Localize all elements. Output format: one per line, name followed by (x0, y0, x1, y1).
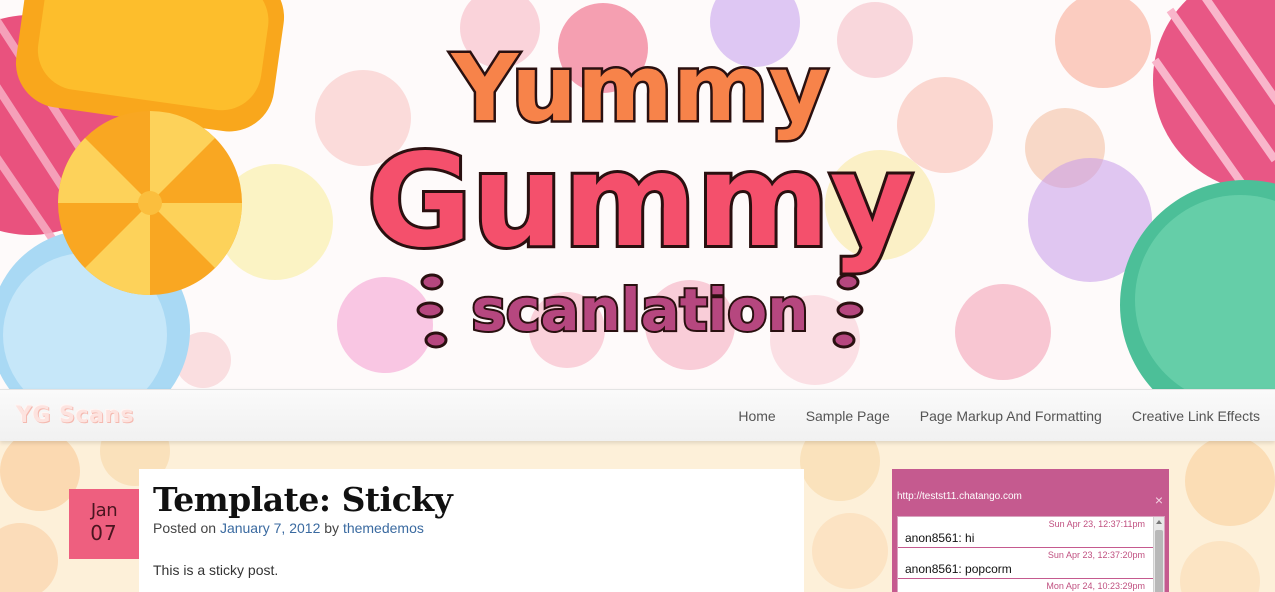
logo-yummy: Yummy (450, 35, 828, 142)
sticky-post: Template: Sticky Posted on January 7, 20… (139, 469, 804, 592)
nav-menu: Home Sample Page Page Markup And Formatt… (708, 390, 1260, 442)
header-banner: Yummy Gummy scanlation (0, 0, 1275, 389)
post-author-link[interactable]: themedemos (343, 520, 424, 536)
chat-message: Sun Apr 23, 12:37:11pm anon8561: hi (898, 517, 1164, 548)
nav-item-sample-page[interactable]: Sample Page (806, 408, 890, 424)
logo-gummy: Gummy (367, 127, 913, 276)
message-text: anon8561: hi (905, 531, 975, 545)
chat-url[interactable]: http://testst11.chatango.com (897, 491, 1022, 502)
close-icon[interactable]: × (1155, 492, 1163, 508)
nav-item-creative-link-effects[interactable]: Creative Link Effects (1132, 408, 1260, 424)
post-title[interactable]: Template: Sticky (153, 481, 790, 519)
post-date-day: 07 (90, 521, 118, 545)
posted-on-label: Posted on (153, 520, 217, 536)
scroll-up-icon[interactable] (1156, 520, 1162, 524)
nav-item-home[interactable]: Home (738, 408, 775, 424)
by-label: by (324, 520, 340, 536)
chat-message: Sun Apr 23, 12:37:20pm anon8561: popcorm (898, 548, 1164, 579)
chat-widget: http://testst11.chatango.com × Sun Apr 2… (892, 469, 1169, 592)
post-body: This is a sticky post. (153, 562, 279, 578)
chat-scrollbar[interactable] (1153, 517, 1164, 592)
nav-item-page-markup[interactable]: Page Markup And Formatting (920, 408, 1102, 424)
message-text: anon8561: popcorm (905, 562, 1012, 576)
site-title[interactable]: YG Scans (16, 403, 134, 428)
chat-messages: Sun Apr 23, 12:37:11pm anon8561: hi Sun … (897, 516, 1165, 592)
chat-message: Mon Apr 24, 10:23:29pm (898, 579, 1164, 592)
post-date-badge: Jan 07 (69, 489, 139, 559)
scrollbar-thumb[interactable] (1155, 530, 1163, 592)
message-timestamp: Sun Apr 23, 12:37:20pm (1047, 550, 1145, 560)
message-timestamp: Sun Apr 23, 12:37:11pm (1048, 519, 1145, 529)
post-date-link[interactable]: January 7, 2012 (220, 520, 320, 536)
post-meta: Posted on January 7, 2012 by themedemos (153, 520, 790, 536)
logo-scanlation: scanlation (471, 276, 808, 344)
main-navigation: YG Scans Home Sample Page Page Markup An… (0, 389, 1275, 441)
site-logo: Yummy Gummy scanlation (364, 33, 916, 347)
post-date-month: Jan (90, 500, 118, 521)
candy-illustration: Yummy Gummy scanlation (0, 0, 1275, 389)
message-timestamp: Mon Apr 24, 10:23:29pm (1046, 581, 1145, 591)
